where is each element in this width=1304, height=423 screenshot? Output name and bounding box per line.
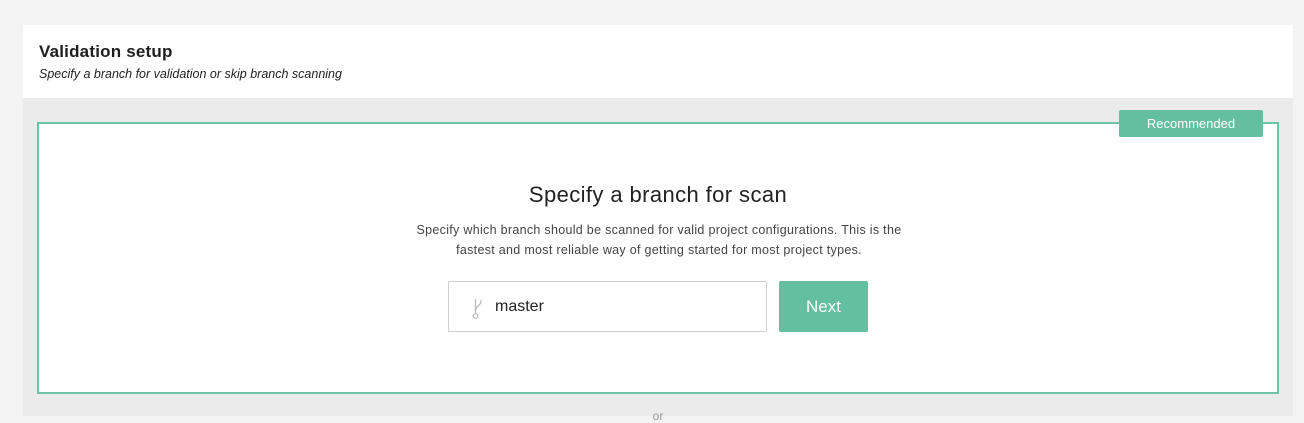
card-title: Specify a branch for scan <box>528 182 788 207</box>
branch-scan-card: Recommended Specify a branch for scan Sp… <box>37 110 1279 394</box>
git-branch-icon <box>471 296 485 320</box>
validation-setup-panel: Validation setup Specify a branch for va… <box>23 25 1293 423</box>
page-title: Validation setup <box>39 42 173 61</box>
panel-header: Validation setup Specify a branch for va… <box>23 25 1293 98</box>
page-subtitle: Specify a branch for validation or skip … <box>39 67 342 81</box>
branch-field[interactable] <box>448 281 767 332</box>
next-button[interactable]: Next <box>779 281 868 332</box>
recommended-badge: Recommended <box>1119 110 1263 137</box>
or-divider: or <box>652 409 664 423</box>
branch-input[interactable] <box>495 282 760 331</box>
card-description: Specify which branch should be scanned f… <box>416 223 902 257</box>
